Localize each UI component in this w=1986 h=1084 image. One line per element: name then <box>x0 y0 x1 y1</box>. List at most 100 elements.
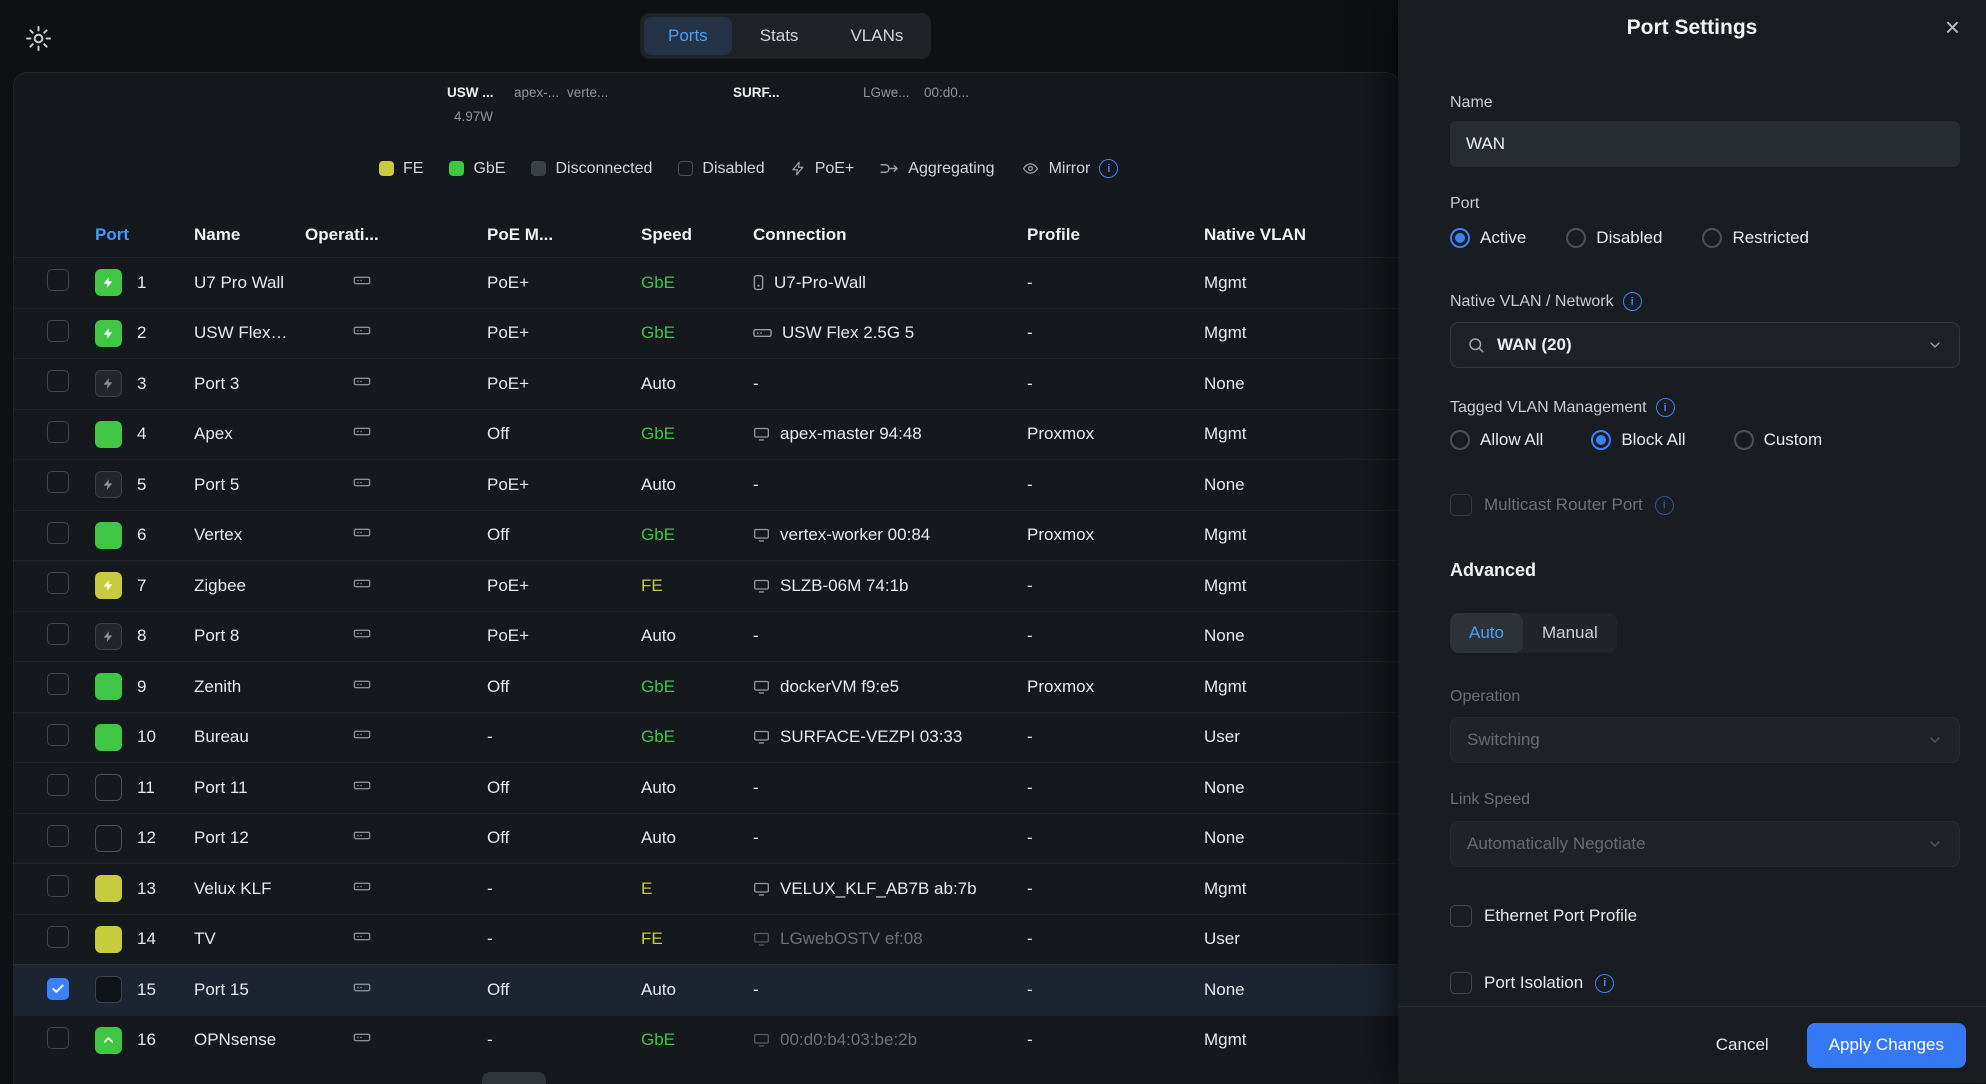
legend-item-disconnected: Disconnected <box>531 160 652 178</box>
radio-restricted[interactable]: Restricted <box>1702 228 1809 248</box>
column-header-poe-m[interactable]: PoE M... <box>487 225 641 245</box>
info-icon[interactable] <box>1099 159 1118 178</box>
radio-active[interactable]: Active <box>1450 228 1526 248</box>
port-number: 4 <box>137 424 146 444</box>
port-status-icon-green <box>95 724 122 751</box>
table-row[interactable]: 7ZigbeePoE+FESLZB-06M 74:1b-Mgmt <box>14 560 1399 611</box>
native-vlan-value: WAN (20) <box>1497 335 1572 355</box>
search-icon <box>1467 336 1485 354</box>
table-row[interactable]: 6VertexOffGbEvertex-worker 00:84ProxmoxM… <box>14 510 1399 561</box>
native-vlan: Mgmt <box>1204 576 1399 596</box>
row-checkbox[interactable] <box>47 370 69 392</box>
table-row[interactable]: 8Port 8PoE+Auto--None <box>14 611 1399 662</box>
mode-auto[interactable]: Auto <box>1450 613 1523 653</box>
tab-ports[interactable]: Ports <box>644 17 732 55</box>
row-checkbox[interactable] <box>47 1027 69 1049</box>
row-checkbox[interactable] <box>47 623 69 645</box>
ethernet-port-profile-label: Ethernet Port Profile <box>1484 906 1637 926</box>
row-checkbox-cell <box>47 269 95 296</box>
cancel-button[interactable]: Cancel <box>1710 1034 1775 1056</box>
table-row[interactable]: 2USW Flex 2.5GPoE+GbEUSW Flex 2.5G 5-Mgm… <box>14 308 1399 359</box>
table-row[interactable]: 3Port 3PoE+Auto--None <box>14 358 1399 409</box>
radio-control <box>1734 430 1754 450</box>
connection-name: vertex-worker 00:84 <box>780 525 930 545</box>
row-checkbox[interactable] <box>47 522 69 544</box>
row-checkbox-cell <box>47 875 95 902</box>
radio-disabled[interactable]: Disabled <box>1566 228 1662 248</box>
table-row[interactable]: 13Velux KLF-EVELUX_KLF_AB7B ab:7b-Mgmt <box>14 863 1399 914</box>
row-checkbox[interactable] <box>47 471 69 493</box>
row-checkbox-cell <box>47 522 95 549</box>
name-input[interactable] <box>1450 121 1960 167</box>
row-checkbox[interactable] <box>47 724 69 746</box>
column-header-connection[interactable]: Connection <box>753 225 1027 245</box>
table-row[interactable]: 5Port 5PoE+Auto--None <box>14 459 1399 510</box>
table-row[interactable]: 11Port 11OffAuto--None <box>14 762 1399 813</box>
row-checkbox[interactable] <box>47 269 69 291</box>
table-row[interactable]: 10Bureau-GbESURFACE-VEZPI 03:33-User <box>14 712 1399 763</box>
operation-cell <box>305 323 487 343</box>
column-header-speed[interactable]: Speed <box>641 225 753 245</box>
column-header-native-vlan[interactable]: Native VLAN <box>1204 225 1399 245</box>
row-checkbox[interactable] <box>47 572 69 594</box>
port-isolation-checkbox[interactable] <box>1450 972 1472 994</box>
port-cell: 12 <box>95 825 194 852</box>
radio-label: Custom <box>1764 430 1823 450</box>
apply-changes-button[interactable]: Apply Changes <box>1807 1023 1966 1068</box>
close-icon[interactable] <box>1939 8 1966 46</box>
connection-cell: - <box>753 626 1027 646</box>
row-checkbox[interactable] <box>47 774 69 796</box>
table-row[interactable]: 9ZenithOffGbEdockerVM f9:e5ProxmoxMgmt <box>14 661 1399 712</box>
column-header-operati[interactable]: Operati... <box>305 225 487 245</box>
row-checkbox[interactable] <box>47 978 69 1000</box>
row-checkbox-cell <box>47 724 95 751</box>
table-row[interactable]: 4ApexOffGbEapex-master 94:48ProxmoxMgmt <box>14 409 1399 460</box>
native-vlan-label: Native VLAN / Network <box>1450 292 1960 311</box>
row-checkbox[interactable] <box>47 673 69 695</box>
port-number: 7 <box>137 576 146 596</box>
port-label: verte... <box>567 85 608 100</box>
column-header-name[interactable]: Name <box>194 225 305 245</box>
row-checkbox[interactable] <box>47 875 69 897</box>
table-row[interactable]: 12Port 12OffAuto--None <box>14 813 1399 864</box>
row-checkbox[interactable] <box>47 825 69 847</box>
radio-allow-all[interactable]: Allow All <box>1450 430 1543 450</box>
multicast-router-port-checkbox <box>1450 494 1472 516</box>
column-header-profile[interactable]: Profile <box>1027 225 1204 245</box>
operation-cell <box>305 374 487 394</box>
port-status-icon-poe-green <box>95 320 122 347</box>
pagination-partial[interactable] <box>482 1072 546 1084</box>
row-checkbox[interactable] <box>47 421 69 443</box>
row-checkbox[interactable] <box>47 926 69 948</box>
poe-mode: Off <box>487 828 641 848</box>
native-vlan-dropdown[interactable]: WAN (20) <box>1450 322 1960 368</box>
tab-vlans[interactable]: VLANs <box>826 17 927 55</box>
port-cell: 6 <box>95 522 194 549</box>
info-icon[interactable] <box>1595 974 1614 993</box>
profile: Proxmox <box>1027 677 1204 697</box>
settings-gear-button[interactable] <box>20 20 56 56</box>
info-icon[interactable] <box>1656 398 1675 417</box>
port-label: LGwe... <box>863 85 910 100</box>
connection-cell: - <box>753 374 1027 394</box>
info-icon[interactable] <box>1655 496 1674 515</box>
device-port-labels: USW ...apex-...verte...SURF...LGwe...00:… <box>14 73 1399 113</box>
port-status-icon-poe-off <box>95 471 122 498</box>
table-row[interactable]: 1U7 Pro WallPoE+GbEU7-Pro-Wall-Mgmt <box>14 257 1399 308</box>
radio-custom[interactable]: Custom <box>1734 430 1823 450</box>
port-name: TV <box>194 929 305 949</box>
table-row[interactable]: 15Port 15OffAuto--None <box>14 964 1399 1015</box>
column-header-port[interactable]: Port <box>95 225 194 245</box>
ethernet-port-profile-checkbox[interactable] <box>1450 905 1472 927</box>
table-row[interactable]: 14TV-FELGwebOSTV ef:08-User <box>14 914 1399 965</box>
row-checkbox[interactable] <box>47 320 69 342</box>
operation-cell <box>305 929 487 949</box>
mode-manual[interactable]: Manual <box>1523 613 1617 653</box>
port-name: Port 12 <box>194 828 305 848</box>
tab-stats[interactable]: Stats <box>736 17 823 55</box>
radio-block-all[interactable]: Block All <box>1591 430 1685 450</box>
info-icon[interactable] <box>1623 292 1642 311</box>
table-row[interactable]: 16OPNsense-GbE00:d0:b4:03:be:2b-Mgmt <box>14 1015 1399 1066</box>
link-speed-label: Link Speed <box>1450 791 1960 809</box>
radio-label: Disabled <box>1596 228 1662 248</box>
